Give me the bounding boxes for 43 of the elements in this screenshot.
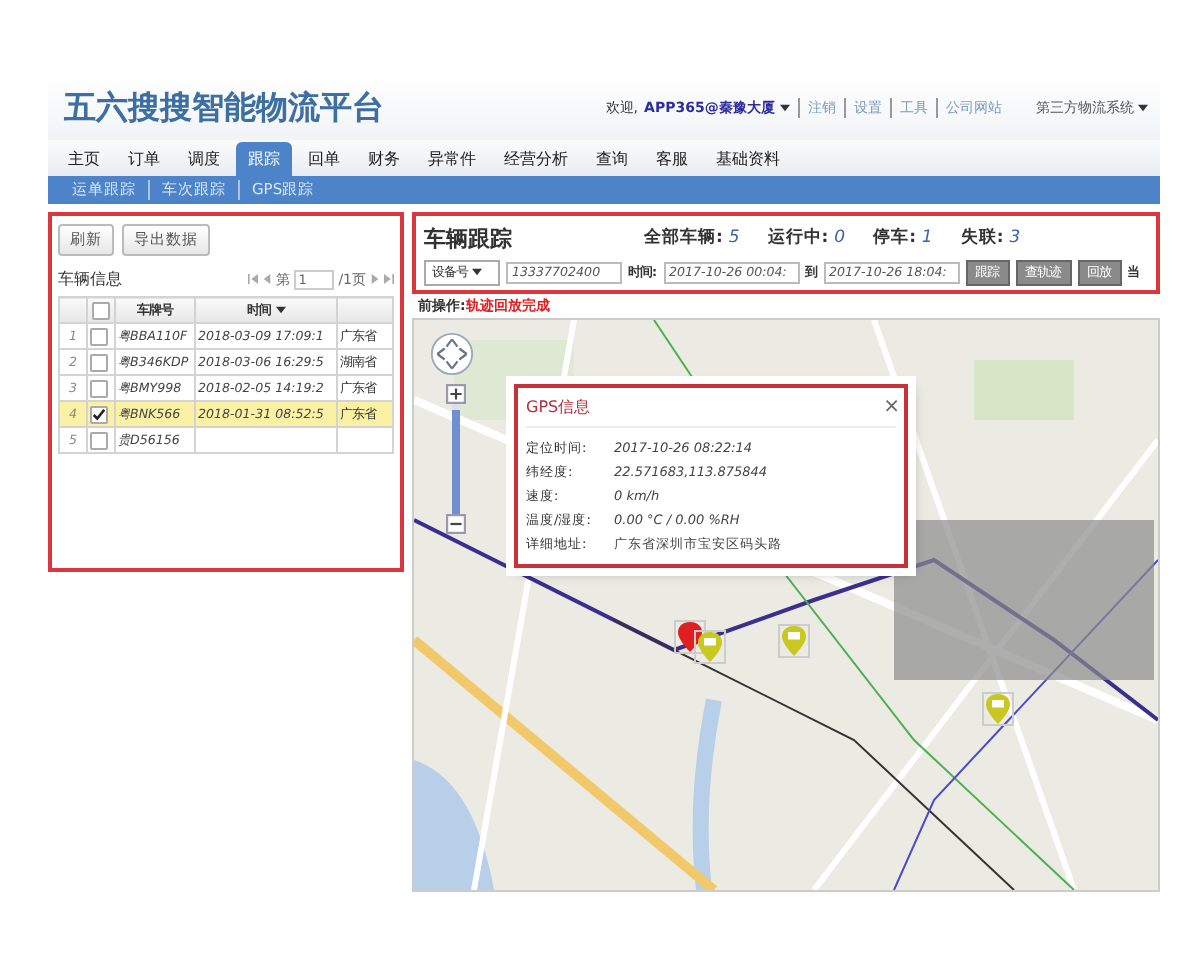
row-checkbox[interactable] [90,327,108,345]
row-checkbox[interactable] [90,431,108,449]
select-all-checkbox[interactable] [92,301,110,319]
province-cell [337,427,393,453]
panel-title: 车辆信息 [58,268,122,290]
truck-pin-icon [694,630,726,664]
stat-text: 运行中: 0 [767,226,846,250]
nav-tab[interactable]: 财务 [356,142,412,176]
close-icon[interactable]: × [883,396,900,418]
nav-tab[interactable]: 调度 [176,142,232,176]
row-checkbox[interactable] [90,405,108,423]
stat-text: 失联: 3 [960,226,1021,250]
popup-title: GPS信息 [526,396,591,418]
nav-tab[interactable]: 跟踪 [236,142,292,176]
nav-tab[interactable]: 基础资料 [704,142,792,176]
truck-pin-icon [982,692,1014,726]
first-page-icon[interactable] [248,274,259,284]
nav-tab[interactable]: 异常件 [416,142,488,176]
pan-control-icon[interactable] [430,332,474,376]
nav-tab[interactable]: 主页 [56,142,112,176]
nav-tab[interactable]: 回单 [296,142,352,176]
caret-icon[interactable] [1138,104,1148,113]
nav-tab[interactable]: 经营分析 [492,142,580,176]
sort-caret-icon[interactable] [275,305,286,314]
time-cell [195,427,337,453]
nav-tab[interactable]: 订单 [116,142,172,176]
row-checkbox[interactable] [90,379,108,397]
zoom-slider[interactable] [452,404,460,514]
last-page-icon[interactable] [384,274,394,284]
caret-icon[interactable] [472,268,483,277]
truck-pin-icon [778,624,810,658]
row-checkbox[interactable] [90,353,108,371]
zoom-in-icon[interactable] [446,384,466,404]
platform-title: 五六搜搜智能物流平台 [64,87,384,129]
nav-tab[interactable]: 客服 [644,142,700,176]
stat-text: 停车: 1 [873,226,933,250]
prev-page-icon[interactable] [262,274,273,284]
next-page-icon[interactable] [370,274,380,284]
tracking-title: 车辆跟踪 [424,223,514,253]
nav-tab[interactable]: 查询 [584,142,640,176]
zoom-out-icon[interactable] [446,514,466,534]
stat-text: 全部车辆: 5 [644,226,740,250]
caret-icon[interactable] [779,104,790,113]
